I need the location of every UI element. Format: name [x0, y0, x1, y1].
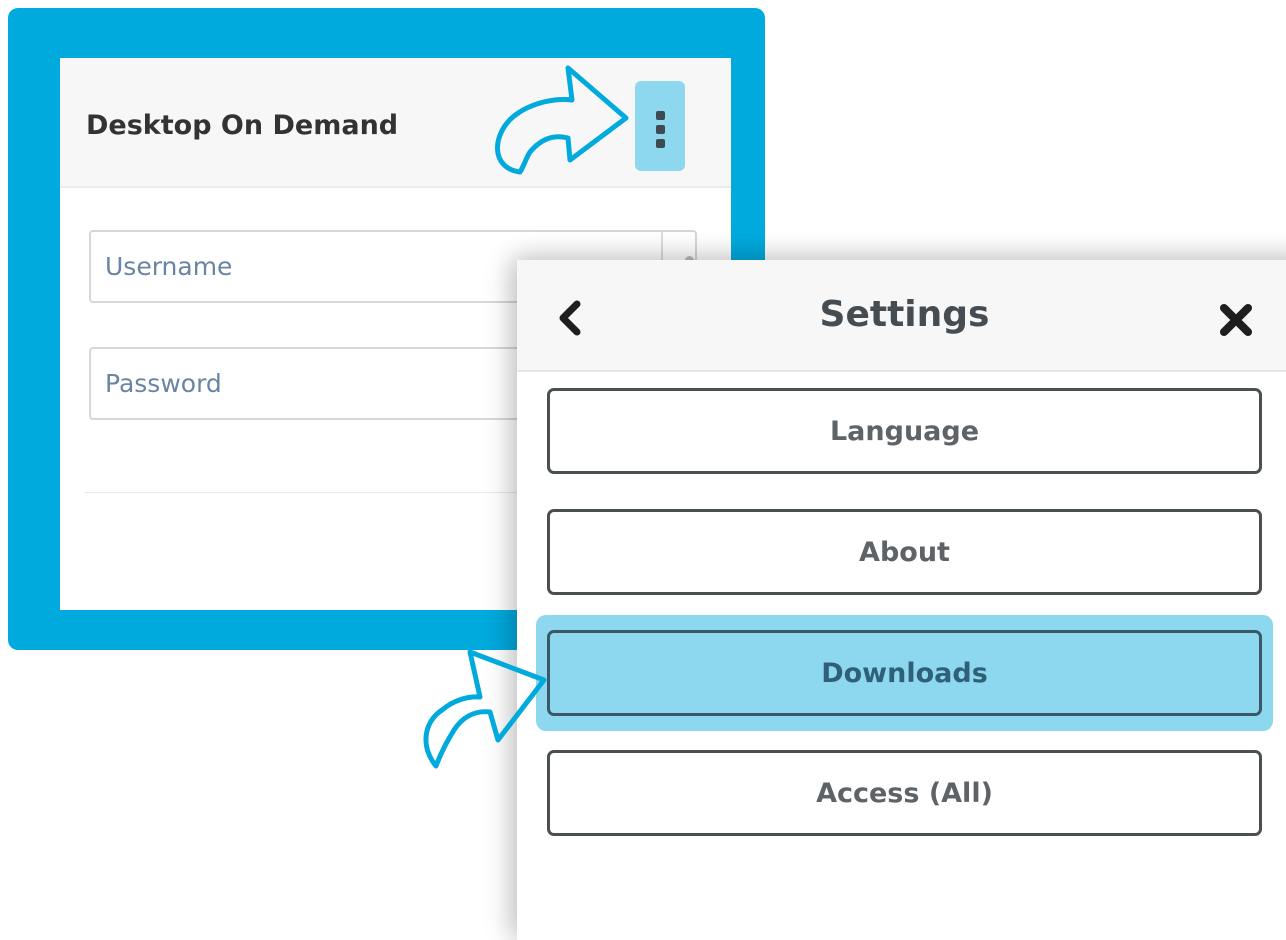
- settings-header: Settings: [517, 260, 1286, 372]
- pointer-arrow-icon: [423, 649, 547, 769]
- settings-panel: Settings Language About Downloads Access…: [517, 260, 1286, 940]
- language-button[interactable]: Language: [547, 388, 1262, 474]
- close-icon: [1220, 304, 1252, 336]
- about-button[interactable]: About: [547, 509, 1262, 595]
- downloads-button[interactable]: Downloads: [547, 630, 1262, 716]
- pointer-arrow-icon: [495, 65, 629, 175]
- kebab-menu-icon: [656, 111, 665, 120]
- kebab-menu-icon-dot: [656, 139, 665, 148]
- access-all-button[interactable]: Access (All): [547, 750, 1262, 836]
- app-title: Desktop On Demand: [86, 110, 399, 141]
- kebab-menu-icon-dot: [656, 125, 665, 134]
- close-button[interactable]: [1218, 302, 1254, 338]
- settings-title: Settings: [819, 294, 990, 335]
